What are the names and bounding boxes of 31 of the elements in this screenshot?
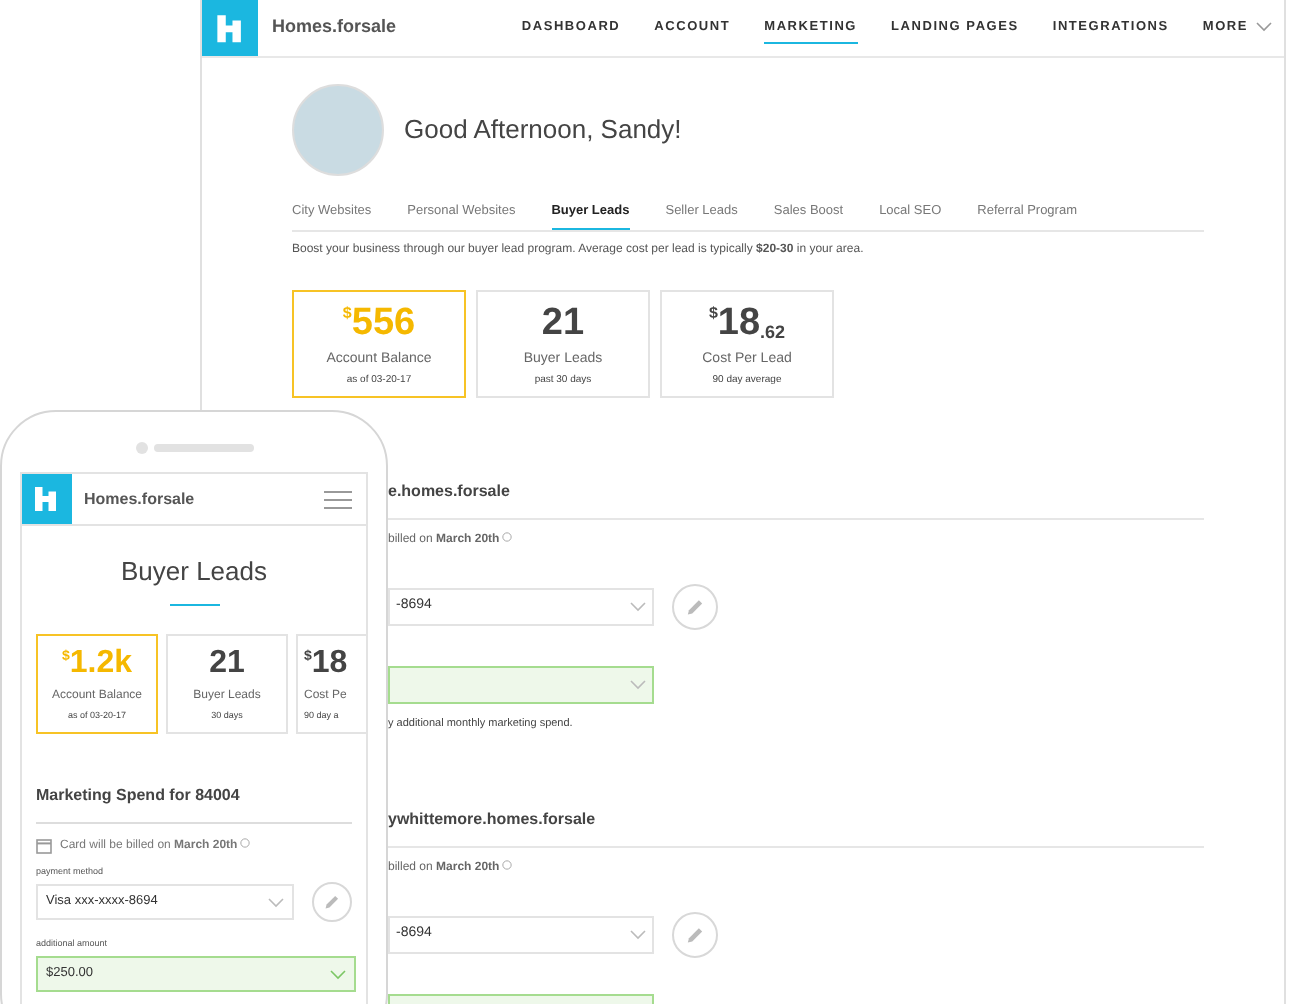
menu-icon[interactable]: [324, 489, 352, 509]
site-title: e.homes.forsale: [388, 481, 510, 500]
stat-value: 21: [209, 647, 245, 679]
edit-button[interactable]: [672, 912, 718, 958]
amount-select[interactable]: [388, 665, 654, 704]
info-icon: [501, 531, 512, 542]
title-underline: [169, 603, 219, 605]
logo-icon: [22, 474, 72, 524]
page-title: Buyer Leads: [121, 554, 267, 590]
avatar-placeholder: [292, 84, 384, 176]
brand-name: Homes.forsale: [84, 487, 195, 511]
chevron-icon: [630, 679, 646, 690]
chevron-icon: [630, 601, 646, 612]
edit-button[interactable]: [312, 882, 352, 923]
edit-button[interactable]: [672, 583, 718, 630]
chevron-icon: [330, 969, 346, 979]
stat-value: 21: [541, 303, 585, 342]
info-icon: [501, 860, 512, 870]
stat-value: $18.62: [708, 303, 786, 342]
pencil-icon: [685, 925, 705, 945]
section-title: Marketing Spend for 84004: [36, 785, 240, 803]
pencil-icon: [324, 894, 340, 911]
greeting: Good Afternoon, Sandy!: [404, 112, 682, 149]
site-title: ywhittemore.homes.forsale: [388, 810, 596, 828]
info-icon: [239, 837, 250, 847]
pencil-icon: [685, 597, 705, 616]
chevron-icon: [630, 930, 646, 940]
brand-name: Homes.forsale: [272, 14, 397, 41]
chevron-icon: [268, 897, 284, 908]
stat-value: $556: [342, 303, 416, 342]
calendar-icon: [36, 838, 52, 854]
